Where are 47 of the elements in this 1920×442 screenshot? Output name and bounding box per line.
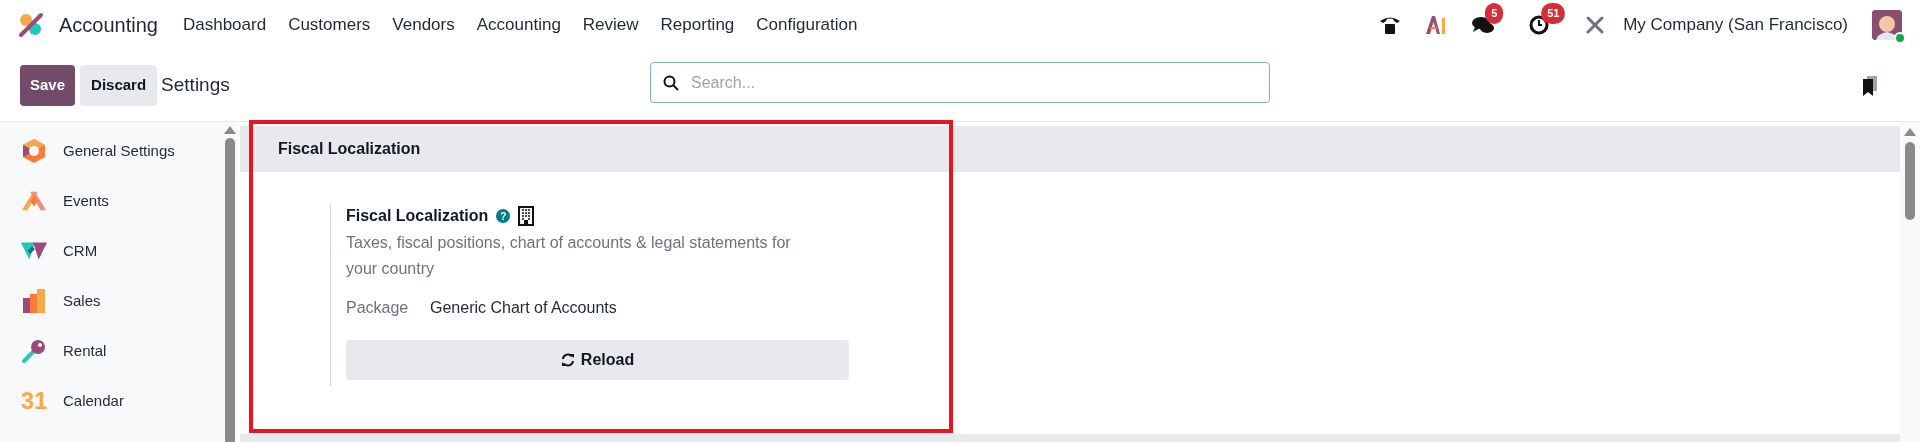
phone-icon[interactable] xyxy=(1379,15,1402,35)
menu-item[interactable]: Review xyxy=(571,12,650,38)
setting-title: Fiscal Localization xyxy=(346,206,489,226)
key-app-icon xyxy=(21,338,47,364)
menu-item[interactable]: Customers xyxy=(277,12,382,38)
search-field[interactable]: Search... xyxy=(650,62,1270,103)
section-title: Fiscal Localization xyxy=(278,139,421,159)
field-label: Package xyxy=(346,298,410,318)
search-icon xyxy=(663,75,679,91)
avatar-icon[interactable] xyxy=(1872,10,1902,40)
calendar-app-icon: 31 xyxy=(20,389,48,413)
page-title: Settings xyxy=(161,73,230,98)
scrollbar-thumb[interactable] xyxy=(1905,142,1915,220)
setting-description: Taxes, fiscal positions, chart of accounts & legal statements for your country xyxy=(346,233,792,279)
save-button[interactable]: Save xyxy=(20,65,76,106)
scroll-up-icon[interactable] xyxy=(1904,128,1916,136)
bar-chart-app-icon xyxy=(21,288,47,314)
sidebar-item[interactable]: Rental xyxy=(0,326,222,376)
menu-item[interactable]: Vendors xyxy=(381,12,466,38)
menu-item[interactable]: Reporting xyxy=(649,12,746,38)
menu-item[interactable]: Configuration xyxy=(745,12,869,38)
sidebar-item[interactable]: CRM xyxy=(0,226,222,276)
help-icon[interactable]: ? xyxy=(496,209,511,223)
app-name[interactable]: Accounting xyxy=(59,10,158,40)
clock-icon[interactable] xyxy=(1529,15,1550,35)
notification-badge: 5 xyxy=(1485,3,1504,24)
sidebar-item[interactable]: 31 Calendar xyxy=(0,376,222,426)
menu-item[interactable]: Dashboard xyxy=(171,12,278,38)
scrollbar-thumb[interactable] xyxy=(225,138,235,442)
building-icon xyxy=(518,206,535,226)
field-value[interactable]: Generic Chart of Accounts xyxy=(430,296,617,320)
handshake-app-icon xyxy=(20,241,48,261)
scroll-up-icon[interactable] xyxy=(224,126,236,134)
reload-button[interactable]: Reload xyxy=(346,340,849,380)
hexagon-app-icon xyxy=(21,138,47,164)
cross-app-icon xyxy=(20,189,48,213)
bookmark-icon[interactable] xyxy=(1862,74,1878,97)
discard-button[interactable]: Discard xyxy=(80,65,158,106)
menu-item[interactable]: Accounting xyxy=(465,12,572,38)
sidebar-item[interactable]: Sales xyxy=(0,276,222,326)
company-switcher[interactable]: My Company (San Francisco) xyxy=(1623,12,1848,38)
refresh-icon xyxy=(560,353,575,367)
sidebar-item[interactable]: Events xyxy=(0,176,222,226)
sidebar-item[interactable]: General Settings xyxy=(0,126,222,176)
ai-icon[interactable] xyxy=(1425,15,1448,35)
notification-badge: 51 xyxy=(1541,3,1566,24)
app-logo-icon[interactable] xyxy=(18,12,44,38)
